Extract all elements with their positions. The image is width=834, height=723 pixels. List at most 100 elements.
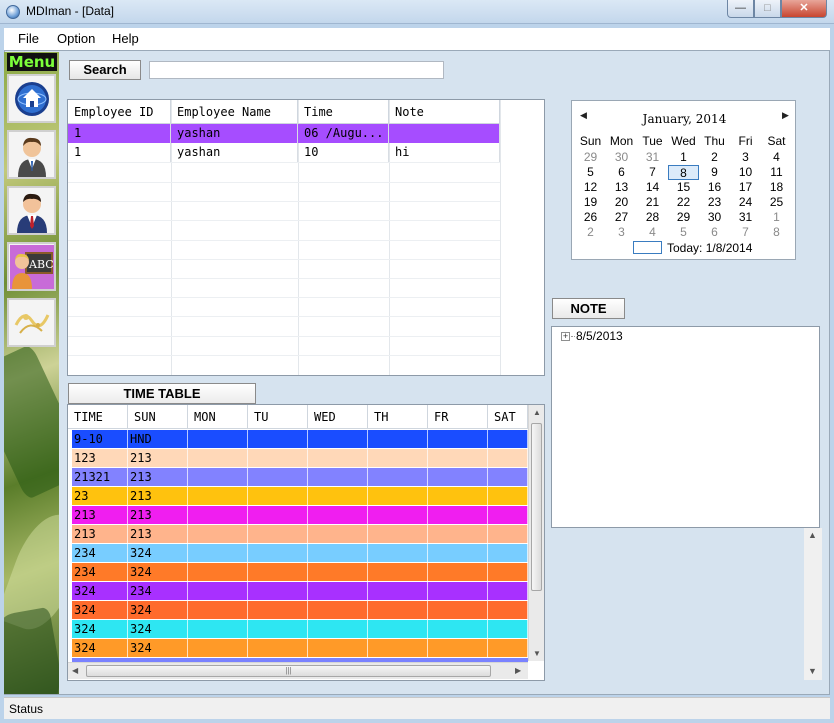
table-row[interactable]: 213 213 — [72, 525, 528, 543]
scroll-right-icon[interactable]: ▶ — [515, 666, 521, 675]
calendar-day[interactable]: 2 — [699, 150, 730, 165]
menu-file[interactable]: File — [18, 31, 39, 46]
scroll-thumb[interactable] — [531, 423, 542, 591]
scroll-left-icon[interactable]: ◀ — [72, 666, 78, 675]
time-table-vertical-scrollbar[interactable]: ▲ ▼ — [528, 405, 544, 661]
menu-option[interactable]: Option — [57, 31, 95, 46]
table-row[interactable]: 324 234 — [72, 582, 528, 600]
calendar-day[interactable]: 10 — [730, 165, 761, 180]
table-row[interactable]: 213 213 — [72, 506, 528, 524]
calendar-day[interactable]: 9 — [699, 165, 730, 180]
calendar-day[interactable]: 21 — [637, 195, 668, 210]
calendar-day[interactable]: 20 — [606, 195, 637, 210]
time-table-button[interactable]: TIME TABLE — [68, 383, 256, 404]
calendar-day[interactable]: 31 — [730, 210, 761, 225]
calendar-day[interactable]: 5 — [575, 165, 606, 180]
scroll-thumb[interactable]: ||| — [86, 665, 491, 677]
scroll-down-icon[interactable]: ▼ — [533, 649, 541, 658]
calendar-day[interactable]: 4 — [637, 225, 668, 240]
time-table-grid[interactable]: TIME SUN MON TU WED TH FR SAT 9-10 HND 123… — [67, 404, 545, 681]
table-row[interactable]: 1 yashan 06 /Augu... — [68, 124, 500, 143]
calendar-day[interactable]: 30 — [699, 210, 730, 225]
calendar-day[interactable]: 1 — [668, 150, 699, 165]
calendar-day[interactable]: 1 — [761, 210, 792, 225]
calendar-day[interactable]: 13 — [606, 180, 637, 195]
month-calendar[interactable]: ◀ ▶ January, 2014 Sun Mon Tue Wed Thu Fri Sat … — [571, 100, 796, 260]
maximize-button[interactable]: □ — [754, 0, 781, 18]
column-header-sat[interactable]: SAT — [488, 405, 528, 429]
column-header-employee-id[interactable]: Employee ID — [68, 100, 171, 124]
column-header-time[interactable]: Time — [298, 100, 389, 124]
calendar-day[interactable]: 27 — [606, 210, 637, 225]
minimize-button[interactable]: — — [727, 0, 754, 18]
calendar-day[interactable]: 18 — [761, 180, 792, 195]
calendar-day[interactable]: 4 — [761, 150, 792, 165]
calendar-today-label[interactable]: Today: 1/8/2014 — [667, 241, 752, 255]
calendar-day[interactable]: 11 — [761, 165, 792, 180]
calendar-day[interactable]: 30 — [606, 150, 637, 165]
column-header-th[interactable]: TH — [368, 405, 428, 429]
calendar-day[interactable]: 23 — [699, 195, 730, 210]
scroll-up-icon[interactable]: ▲ — [808, 530, 817, 540]
column-header-mon[interactable]: MON — [188, 405, 248, 429]
note-button[interactable]: NOTE — [552, 298, 625, 319]
column-header-tu[interactable]: TU — [248, 405, 308, 429]
calendar-day[interactable]: 3 — [606, 225, 637, 240]
calendar-day[interactable]: 25 — [761, 195, 792, 210]
calendar-day[interactable]: 6 — [699, 225, 730, 240]
table-row[interactable]: 324 324 — [72, 620, 528, 638]
calendar-day[interactable]: 28 — [637, 210, 668, 225]
sidebar-button-logo[interactable] — [7, 298, 56, 347]
table-row[interactable]: 324 324 — [72, 601, 528, 619]
table-row[interactable]: 23 213 — [72, 487, 528, 505]
table-row[interactable]: 123 213 — [72, 449, 528, 467]
sidebar-button-home[interactable] — [7, 74, 56, 123]
calendar-day[interactable]: 29 — [668, 210, 699, 225]
table-row[interactable]: 234 324 — [72, 544, 528, 562]
calendar-day[interactable]: 6 — [606, 165, 637, 180]
sidebar-button-manager[interactable] — [7, 186, 56, 235]
column-header-time[interactable]: TIME — [68, 405, 128, 429]
search-input[interactable] — [149, 61, 444, 79]
table-row[interactable]: 21321 213 — [72, 468, 528, 486]
employee-grid[interactable]: Employee ID Employee Name Time Note 1 ya… — [67, 99, 545, 376]
calendar-day[interactable]: 7 — [637, 165, 668, 180]
calendar-day[interactable]: 3 — [730, 150, 761, 165]
calendar-day[interactable]: 17 — [730, 180, 761, 195]
tree-expand-icon[interactable]: + — [561, 332, 570, 341]
calendar-day[interactable]: 26 — [575, 210, 606, 225]
note-panel-scrollbar[interactable]: ▲ ▼ — [804, 528, 822, 680]
time-table-horizontal-scrollbar[interactable]: ◀ ||| ▶ — [68, 662, 528, 679]
calendar-day[interactable]: 19 — [575, 195, 606, 210]
calendar-day[interactable]: 24 — [730, 195, 761, 210]
calendar-day[interactable]: 12 — [575, 180, 606, 195]
calendar-day[interactable]: 5 — [668, 225, 699, 240]
calendar-day[interactable]: 29 — [575, 150, 606, 165]
calendar-day[interactable]: 22 — [668, 195, 699, 210]
column-header-note[interactable]: Note — [389, 100, 500, 124]
column-header-fr[interactable]: FR — [428, 405, 488, 429]
calendar-day[interactable]: 15 — [668, 180, 699, 195]
sidebar-button-employee[interactable] — [7, 130, 56, 179]
calendar-day[interactable]: 14 — [637, 180, 668, 195]
table-row[interactable]: 9-10 HND — [72, 430, 528, 448]
column-header-wed[interactable]: WED — [308, 405, 368, 429]
column-header-sun[interactable]: SUN — [128, 405, 188, 429]
calendar-day[interactable]: 7 — [730, 225, 761, 240]
column-header-employee-name[interactable]: Employee Name — [171, 100, 298, 124]
note-tree[interactable]: + 8/5/2013 — [551, 326, 820, 528]
calendar-day[interactable]: 16 — [699, 180, 730, 195]
table-row[interactable]: 1 yashan 10 hi — [68, 143, 500, 162]
close-button[interactable]: ✕ — [781, 0, 827, 18]
calendar-day[interactable]: 31 — [637, 150, 668, 165]
calendar-day[interactable]: 8 — [668, 165, 699, 180]
menu-help[interactable]: Help — [112, 31, 139, 46]
sidebar-button-teacher[interactable]: ABC — [7, 242, 56, 291]
search-button[interactable]: Search — [69, 60, 141, 80]
table-row[interactable]: 324 324 — [72, 639, 528, 657]
scroll-down-icon[interactable]: ▼ — [808, 666, 817, 676]
calendar-month-title[interactable]: January, 2014 — [572, 112, 797, 126]
calendar-day[interactable]: 2 — [575, 225, 606, 240]
table-row[interactable]: 234 324 — [72, 563, 528, 581]
scroll-up-icon[interactable]: ▲ — [533, 408, 541, 417]
